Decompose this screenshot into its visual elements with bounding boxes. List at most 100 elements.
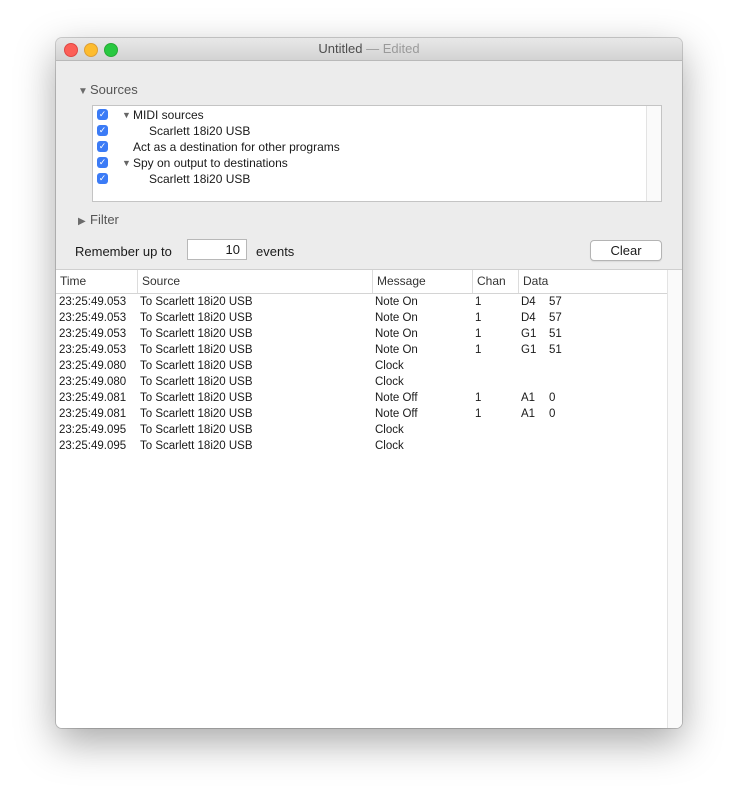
column-header-source[interactable]: Source	[137, 270, 372, 293]
source-row-label: Scarlett 18i20 USB	[149, 172, 251, 186]
cell-chan: 1	[475, 312, 482, 324]
disclosure-triangle-down-icon[interactable]: ▼	[122, 155, 131, 171]
cell-time: 23:25:49.081	[59, 408, 127, 420]
events-table: Time Source Message Chan Data 23:25:49.0…	[56, 269, 682, 728]
cell-source: To Scarlett 18i20 USB	[140, 328, 253, 340]
cell-time: 23:25:49.053	[59, 328, 127, 340]
cell-message: Note On	[375, 296, 418, 308]
disclosure-triangle-down-icon[interactable]: ▼	[122, 107, 131, 123]
cell-source: To Scarlett 18i20 USB	[140, 440, 253, 452]
cell-message: Clock	[375, 440, 404, 452]
table-row[interactable]: 23:25:49.081 To Scarlett 18i20 USB Note Of…	[56, 406, 668, 422]
cell-data-note: A1	[521, 408, 536, 420]
table-scrollbar[interactable]	[667, 270, 682, 728]
source-row[interactable]: ✓ ▼ Spy on output to destinations	[93, 155, 643, 171]
event-count-input[interactable]: 10	[187, 239, 247, 260]
table-row[interactable]: 23:25:49.053 To Scarlett 18i20 USB Note On…	[56, 326, 668, 342]
cell-message: Clock	[375, 360, 404, 372]
cell-source: To Scarlett 18i20 USB	[140, 360, 253, 372]
checkbox-checked-icon[interactable]: ✓	[97, 125, 108, 136]
table-row[interactable]: 23:25:49.095 To Scarlett 18i20 USB Clock	[56, 438, 668, 454]
cell-message: Note Off	[375, 408, 418, 420]
table-row[interactable]: 23:25:49.081 To Scarlett 18i20 USB Note Of…	[56, 390, 668, 406]
table-header: Time Source Message Chan Data	[56, 270, 668, 294]
clear-button[interactable]: Clear	[590, 240, 662, 261]
cell-chan: 1	[475, 296, 482, 308]
cell-time: 23:25:49.053	[59, 344, 127, 356]
cell-data-note: G1	[521, 344, 537, 356]
column-header-time[interactable]: Time	[56, 270, 137, 293]
checkbox-checked-icon[interactable]: ✓	[97, 173, 108, 184]
cell-data-value: 0	[549, 408, 556, 420]
table-row[interactable]: 23:25:49.053 To Scarlett 18i20 USB Note On…	[56, 294, 668, 310]
source-row[interactable]: ✓ Scarlett 18i20 USB	[93, 171, 643, 187]
cell-chan: 1	[475, 408, 482, 420]
window-title-text: Untitled	[318, 41, 363, 56]
column-header-data[interactable]: Data	[518, 270, 668, 293]
sources-list: ✓ ▼ MIDI sources ✓ Scarlett 18i20 USB ✓ Act as…	[92, 105, 662, 202]
table-row[interactable]: 23:25:49.095 To Scarlett 18i20 USB Clock	[56, 422, 668, 438]
cell-source: To Scarlett 18i20 USB	[140, 376, 253, 388]
cell-time: 23:25:49.080	[59, 376, 127, 388]
cell-time: 23:25:49.095	[59, 424, 127, 436]
source-row[interactable]: ✓ ▼ MIDI sources	[93, 107, 643, 123]
edited-indicator: — Edited	[366, 41, 420, 56]
window-title: Untitled — Edited	[56, 41, 682, 56]
cell-message: Note On	[375, 328, 418, 340]
cell-data-note: D4	[521, 296, 536, 308]
sources-label: Sources	[90, 82, 138, 97]
checkbox-checked-icon[interactable]: ✓	[97, 157, 108, 168]
filter-label: Filter	[90, 212, 119, 227]
sources-scrollbar[interactable]	[646, 106, 661, 201]
source-row[interactable]: ✓ Act as a destination for other programs	[93, 139, 643, 155]
app-window: Untitled — Edited ▼ Sources ✓ ▼ MIDI source…	[56, 38, 682, 728]
table-row[interactable]: 23:25:49.053 To Scarlett 18i20 USB Note On…	[56, 310, 668, 326]
cell-message: Note On	[375, 344, 418, 356]
checkbox-checked-icon[interactable]: ✓	[97, 141, 108, 152]
table-row[interactable]: 23:25:49.080 To Scarlett 18i20 USB Clock	[56, 374, 668, 390]
cell-source: To Scarlett 18i20 USB	[140, 408, 253, 420]
table-row[interactable]: 23:25:49.080 To Scarlett 18i20 USB Clock	[56, 358, 668, 374]
cell-source: To Scarlett 18i20 USB	[140, 424, 253, 436]
cell-data-value: 0	[549, 392, 556, 404]
table-body: 23:25:49.053 To Scarlett 18i20 USB Note On…	[56, 294, 668, 454]
cell-source: To Scarlett 18i20 USB	[140, 296, 253, 308]
disclosure-triangle-right-icon: ▶	[78, 216, 86, 227]
cell-chan: 1	[475, 328, 482, 340]
source-row-label: Scarlett 18i20 USB	[149, 124, 251, 138]
checkbox-checked-icon[interactable]: ✓	[97, 109, 108, 120]
cell-source: To Scarlett 18i20 USB	[140, 344, 253, 356]
cell-data-value: 51	[549, 328, 562, 340]
source-row[interactable]: ✓ Scarlett 18i20 USB	[93, 123, 643, 139]
filter-disclosure[interactable]: ▶ Filter	[78, 212, 119, 227]
cell-data-note: A1	[521, 392, 536, 404]
source-row-label: Act as a destination for other programs	[133, 140, 340, 154]
cell-chan: 1	[475, 392, 482, 404]
cell-data-value: 51	[549, 344, 562, 356]
title-bar[interactable]: Untitled — Edited	[56, 38, 682, 61]
cell-data-note: G1	[521, 328, 537, 340]
cell-data-value: 57	[549, 296, 562, 308]
disclosure-triangle-down-icon: ▼	[78, 86, 88, 97]
source-row-label: MIDI sources	[133, 108, 204, 122]
sources-disclosure[interactable]: ▼ Sources	[78, 82, 138, 97]
cell-message: Note On	[375, 312, 418, 324]
remember-label: Remember up to	[75, 244, 172, 259]
table-row[interactable]: 23:25:49.053 To Scarlett 18i20 USB Note On…	[56, 342, 668, 358]
column-header-chan[interactable]: Chan	[472, 270, 518, 293]
cell-time: 23:25:49.081	[59, 392, 127, 404]
cell-data-note: D4	[521, 312, 536, 324]
cell-source: To Scarlett 18i20 USB	[140, 392, 253, 404]
cell-message: Clock	[375, 424, 404, 436]
cell-chan: 1	[475, 344, 482, 356]
cell-time: 23:25:49.053	[59, 312, 127, 324]
cell-time: 23:25:49.095	[59, 440, 127, 452]
cell-source: To Scarlett 18i20 USB	[140, 312, 253, 324]
column-header-message[interactable]: Message	[372, 270, 472, 293]
source-row-label: Spy on output to destinations	[133, 156, 288, 170]
cell-data-value: 57	[549, 312, 562, 324]
cell-time: 23:25:49.053	[59, 296, 127, 308]
cell-time: 23:25:49.080	[59, 360, 127, 372]
events-label: events	[256, 244, 295, 259]
cell-message: Note Off	[375, 392, 418, 404]
